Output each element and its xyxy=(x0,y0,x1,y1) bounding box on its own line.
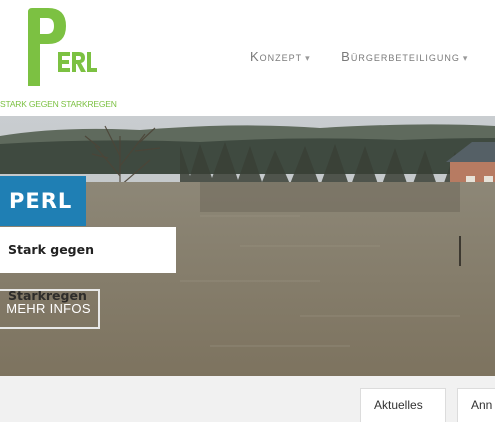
tab-strip: Aktuelles Ann xyxy=(0,376,495,422)
caret-down-icon: ▾ xyxy=(305,53,311,63)
tab-ann[interactable]: Ann xyxy=(457,388,495,422)
logo-tagline: STARK GEGEN STARKREGEN xyxy=(0,99,117,109)
caret-down-icon: ▾ xyxy=(462,53,469,63)
site-logo[interactable]: STARK GEGEN STARKREGEN xyxy=(0,8,125,109)
nav-item-label: Konzept xyxy=(250,49,303,64)
site-header: STARK GEGEN STARKREGEN Konzept ▾ Bürgerbe… xyxy=(0,0,495,116)
main-navigation: Konzept ▾ Bürgerbeteiligung ▾ xyxy=(250,48,494,66)
nav-item-konzept[interactable]: Konzept ▾ xyxy=(250,49,311,64)
more-info-button[interactable]: MEHR INFOS xyxy=(0,289,100,329)
tab-aktuelles[interactable]: Aktuelles xyxy=(360,388,446,422)
perl-logo-graphic xyxy=(28,8,97,86)
nav-item-label: Bürgerbeteiligung xyxy=(341,49,460,64)
nav-item-buergerbeteiligung[interactable]: Bürgerbeteiligung ▾ xyxy=(341,49,468,64)
hero-banner: PERL Stark gegen Starkregen MEHR INFOS xyxy=(0,116,495,376)
hero-title: PERL xyxy=(0,176,86,226)
hero-subtitle: Stark gegen Starkregen xyxy=(0,227,176,303)
